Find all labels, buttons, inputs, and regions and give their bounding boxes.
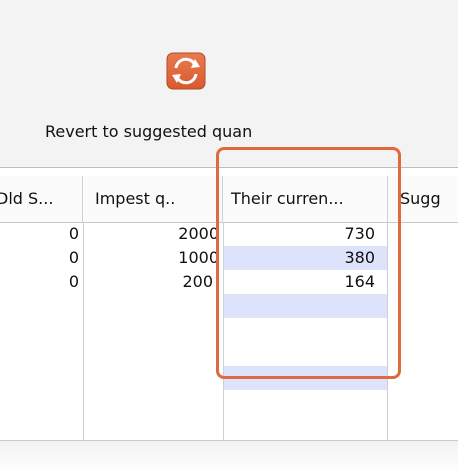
cell-their-current[interactable]	[224, 318, 387, 342]
cell-impest-quantity[interactable]	[84, 318, 223, 342]
table-row[interactable]	[0, 294, 458, 318]
cell-their-current[interactable]	[224, 342, 387, 366]
column-header-their-current[interactable]: Their curren...	[223, 176, 388, 222]
cell-old-stock[interactable]	[0, 294, 83, 318]
cell-impest-quantity[interactable]	[84, 366, 223, 390]
header-row: Dld S... Impest q.. Their curren... Sugg	[0, 176, 458, 223]
table-row[interactable]: 0 1000 380	[0, 246, 458, 270]
toolbar: Revert to suggested quan	[0, 0, 458, 167]
cell-old-stock[interactable]	[0, 366, 83, 390]
table-row[interactable]	[0, 390, 458, 414]
cell-impest-quantity[interactable]: 200	[84, 270, 223, 294]
cell-their-current[interactable]	[224, 294, 387, 318]
cell-impest-quantity[interactable]	[84, 294, 223, 318]
revert-arrows-icon[interactable]	[166, 52, 206, 90]
cell-their-current[interactable]: 730	[224, 222, 387, 246]
cell-old-stock[interactable]	[0, 342, 83, 366]
column-header-suggested[interactable]: Sugg	[388, 176, 458, 222]
table-row[interactable]	[0, 366, 458, 390]
cell-old-stock[interactable]: 0	[0, 246, 83, 270]
stage: Revert to suggested quan Dld S... Impest…	[0, 0, 458, 474]
table-row[interactable]: 0 2000 730	[0, 222, 458, 246]
column-header-old-stock[interactable]: Dld S...	[0, 176, 83, 222]
column-header-impest-quantity[interactable]: Impest q..	[83, 176, 223, 222]
cell-old-stock[interactable]	[0, 390, 83, 414]
window-bottom-shadow	[0, 441, 458, 474]
cell-their-current[interactable]	[224, 390, 387, 414]
cell-impest-quantity[interactable]	[84, 342, 223, 366]
cell-their-current[interactable]: 164	[224, 270, 387, 294]
data-grid: Dld S... Impest q.. Their curren... Sugg…	[0, 168, 458, 440]
cell-old-stock[interactable]: 0	[0, 270, 83, 294]
table-row[interactable]	[0, 342, 458, 366]
cell-impest-quantity[interactable]	[84, 390, 223, 414]
table-row[interactable]: 0 200 164	[0, 270, 458, 294]
table-row[interactable]	[0, 318, 458, 342]
cell-their-current[interactable]	[224, 366, 387, 390]
cell-impest-quantity[interactable]: 2000	[84, 222, 223, 246]
revert-button-label[interactable]: Revert to suggested quan	[45, 122, 375, 141]
cell-old-stock[interactable]	[0, 318, 83, 342]
cell-impest-quantity[interactable]: 1000	[84, 246, 223, 270]
cell-their-current[interactable]: 380	[224, 246, 387, 270]
cell-old-stock[interactable]: 0	[0, 222, 83, 246]
